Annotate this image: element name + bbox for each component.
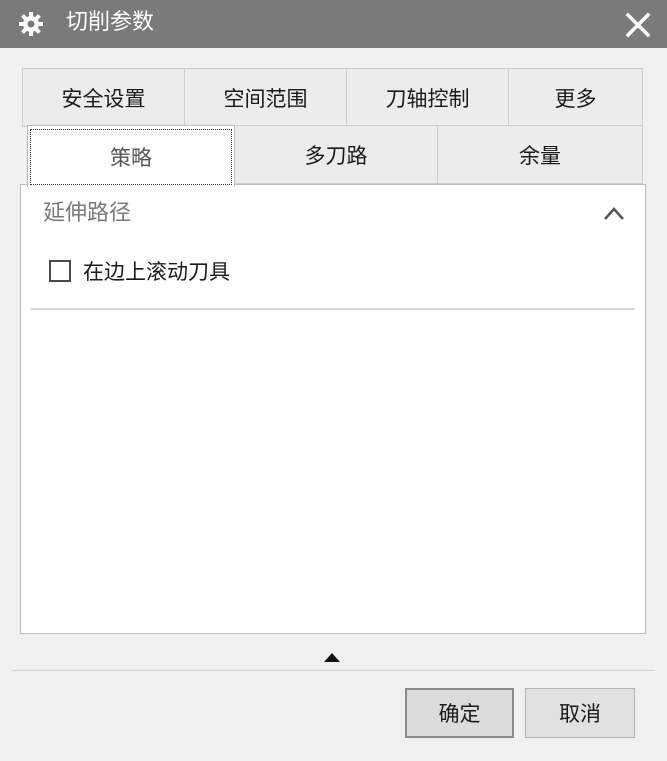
roll-tool-over-edges-checkbox[interactable]: [49, 260, 71, 282]
tab-row-top: 安全设置 空间范围 刀轴控制 更多: [22, 68, 643, 127]
tab-more[interactable]: 更多: [508, 68, 643, 127]
tab-label: 余量: [519, 143, 561, 168]
cancel-button-label: 取消: [559, 702, 601, 726]
chevron-up-icon[interactable]: [603, 205, 625, 221]
tab-tool-axis-control[interactable]: 刀轴控制: [346, 68, 509, 127]
tab-label: 更多: [554, 86, 597, 111]
roll-tool-over-edges-option[interactable]: 在边上滚动刀具: [49, 255, 230, 287]
triangle-up-icon[interactable]: [323, 651, 341, 663]
tab-label: 多刀路: [304, 143, 368, 168]
title-bar: 切削参数: [0, 0, 667, 48]
tab-multiple-passes[interactable]: 多刀路: [234, 125, 438, 184]
window-title: 切削参数: [66, 10, 155, 35]
section-title: 延伸路径: [43, 201, 132, 226]
cancel-button[interactable]: 取消: [525, 688, 635, 738]
tab-label: 策略: [110, 145, 152, 170]
footer-divider: [12, 670, 655, 671]
gear-icon: [19, 12, 43, 36]
ok-button-label: 确定: [438, 702, 481, 726]
checkbox-label: 在边上滚动刀具: [83, 260, 230, 284]
tab-label: 安全设置: [61, 86, 146, 111]
tab-strategy[interactable]: 策略: [27, 125, 235, 187]
ok-button[interactable]: 确定: [405, 688, 514, 738]
tab-safety-settings[interactable]: 安全设置: [22, 68, 185, 127]
tab-row-second: 策略 多刀路 余量: [22, 125, 643, 187]
tab-content-panel: 延伸路径 在边上滚动刀具: [20, 184, 646, 634]
tab-stock[interactable]: 余量: [437, 125, 643, 184]
tab-label: 刀轴控制: [385, 86, 470, 111]
cutting-parameters-dialog: 切削参数 安全设置 空间范围 刀轴控制 更多 策略 多刀路 余量 延伸路径 在边…: [0, 0, 667, 761]
tab-spatial-range[interactable]: 空间范围: [184, 68, 347, 127]
section-divider: [31, 308, 635, 310]
tab-label: 空间范围: [223, 86, 308, 111]
close-icon[interactable]: [623, 10, 653, 40]
section-header-extend-path[interactable]: 延伸路径: [21, 185, 645, 245]
